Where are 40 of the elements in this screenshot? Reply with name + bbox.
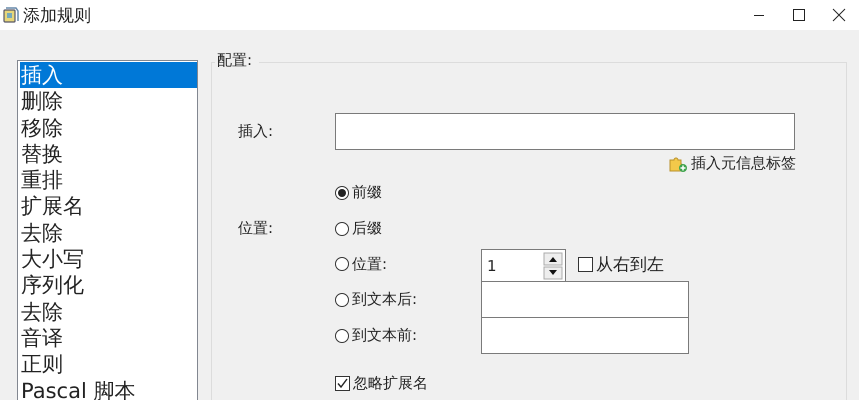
rule-list-item[interactable]: 去除 bbox=[20, 220, 197, 246]
rule-list-item[interactable]: 插入 bbox=[20, 62, 197, 88]
close-icon bbox=[832, 8, 846, 22]
radio-button[interactable] bbox=[335, 292, 349, 307]
window-title: 添加规则 bbox=[23, 4, 91, 26]
rule-list-item[interactable]: 重排 bbox=[20, 167, 197, 194]
radio-label: 到文本前: bbox=[352, 326, 418, 346]
radio-label: 位置: bbox=[352, 254, 388, 274]
radio-button[interactable] bbox=[335, 328, 349, 343]
rule-list-item[interactable]: 大小写 bbox=[20, 246, 197, 272]
field-label: 插入: bbox=[238, 122, 274, 141]
radio-button[interactable] bbox=[335, 222, 349, 236]
rule-list-item[interactable]: 扩展名 bbox=[20, 193, 197, 220]
radio-label: 后缀 bbox=[352, 219, 382, 238]
app-icon bbox=[2, 6, 20, 24]
radio-label: 到文本后: bbox=[352, 290, 418, 310]
insert-meta-tag-link[interactable]: 插入元信息标签 bbox=[668, 154, 796, 173]
maximize-icon bbox=[792, 8, 806, 22]
spin-arrows-icon[interactable] bbox=[543, 252, 563, 280]
position-spin-field[interactable]: 1 bbox=[481, 249, 566, 282]
insert-input-field[interactable] bbox=[335, 113, 795, 150]
checkbox[interactable] bbox=[335, 376, 350, 392]
group-title: 配置: bbox=[215, 51, 260, 70]
rule-list-item[interactable]: 替换 bbox=[20, 140, 197, 168]
checkbox[interactable] bbox=[578, 256, 593, 272]
rule-list-item[interactable]: 移除 bbox=[20, 114, 197, 141]
radio-button[interactable] bbox=[335, 186, 349, 200]
puzzle-add-icon bbox=[668, 154, 688, 172]
rule-list-item[interactable]: 删除 bbox=[20, 88, 197, 115]
rule-list-item[interactable]: 正则 bbox=[20, 351, 197, 378]
radio-label: 前缀 bbox=[352, 183, 382, 202]
rule-list-item[interactable]: 去除 bbox=[20, 298, 197, 325]
checkbox-label: 从右到左 bbox=[596, 254, 664, 276]
text-input-field[interactable] bbox=[481, 281, 689, 318]
checkbox-label: 忽略扩展名 bbox=[353, 374, 428, 394]
rule-list-item[interactable]: 音译 bbox=[20, 324, 197, 352]
field-label: 位置: bbox=[238, 219, 274, 238]
rule-list-item[interactable]: 序列化 bbox=[20, 272, 197, 299]
text-input-field[interactable] bbox=[481, 317, 689, 354]
radio-button[interactable] bbox=[335, 257, 349, 272]
